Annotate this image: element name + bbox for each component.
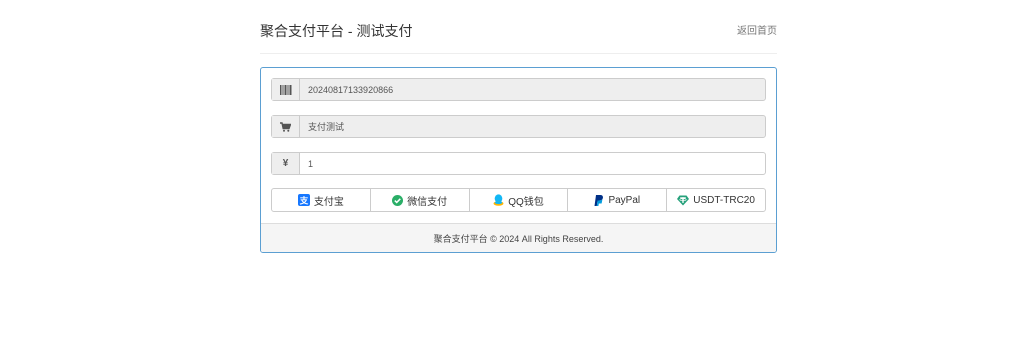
tether-icon (677, 195, 690, 206)
alipay-icon: 支 (297, 194, 310, 206)
paypal-icon (594, 194, 604, 206)
usdt-trc20-label: USDT-TRC20 (693, 194, 755, 206)
wechat-pay-button[interactable]: 微信支付 (369, 188, 470, 212)
page-container: 聚合支付平台 - 测试支付 返回首页 20240817133920866 支付测… (260, 0, 777, 253)
payment-method-group: 支 支付宝 微信支付 QQ钱包 PayPal USDT-TRC20 (271, 188, 766, 212)
barcode-icon (272, 79, 300, 100)
usdt-trc20-button[interactable]: USDT-TRC20 (666, 188, 766, 212)
panel-footer: 聚合支付平台 © 2024 All Rights Reserved. (261, 223, 776, 252)
qq-wallet-label: QQ钱包 (508, 196, 544, 208)
paypal-button[interactable]: PayPal (567, 188, 668, 212)
page-title: 聚合支付平台 - 测试支付 (260, 23, 413, 39)
paypal-label: PayPal (608, 194, 641, 206)
svg-text:支: 支 (299, 195, 309, 206)
wechat-pay-label: 微信支付 (407, 196, 448, 208)
amount-field[interactable]: ¥ 1 (271, 152, 766, 175)
qq-wallet-button[interactable]: QQ钱包 (468, 188, 569, 212)
alipay-button[interactable]: 支 支付宝 (271, 188, 371, 212)
wechat-icon (392, 194, 404, 206)
alipay-label: 支付宝 (313, 196, 344, 208)
subject-field: 支付测试 (271, 115, 766, 138)
yen-icon: ¥ (272, 153, 300, 174)
order-number-field: 20240817133920866 (271, 78, 766, 101)
back-home-link[interactable]: 返回首页 (737, 26, 777, 38)
order-number-value: 20240817133920866 (308, 84, 394, 95)
copyright-text: 聚合支付平台 © 2024 All Rights Reserved. (433, 233, 604, 244)
qq-icon (493, 194, 504, 206)
page-header: 聚合支付平台 - 测试支付 返回首页 (260, 0, 777, 54)
amount-input[interactable]: 1 (300, 153, 765, 174)
payment-panel: 20240817133920866 支付测试 ¥ 1 支 支付宝 微信支付 QQ… (260, 67, 777, 253)
subject-value: 支付测试 (308, 122, 345, 132)
cart-icon (272, 116, 300, 137)
